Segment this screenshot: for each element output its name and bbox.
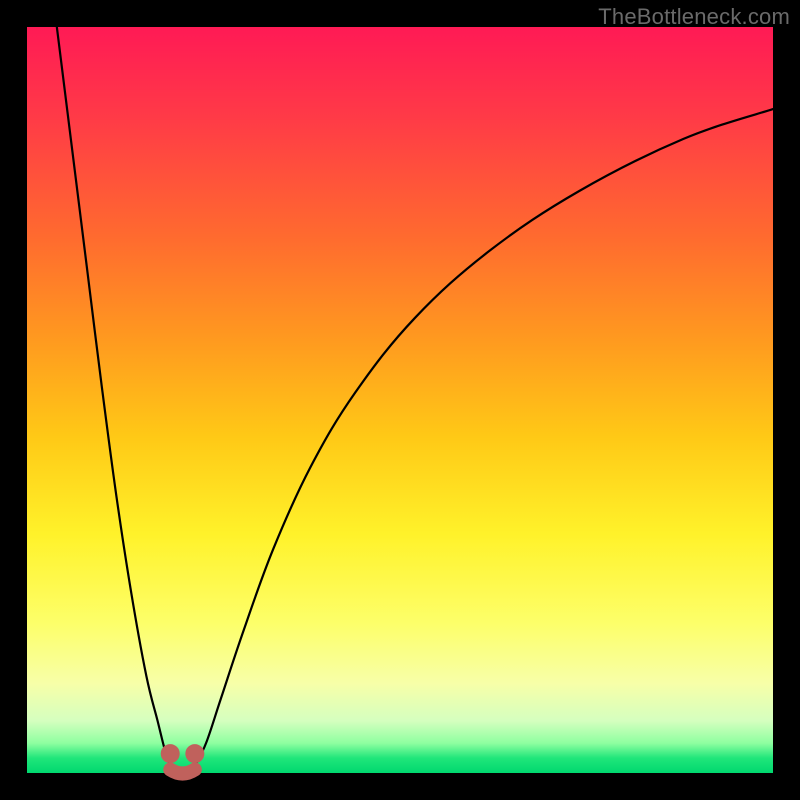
plot-frame [27, 27, 773, 773]
valley-bridge [170, 770, 195, 774]
curve-right-branch [195, 109, 773, 765]
plot-svg [27, 27, 773, 773]
valley-right-dot [186, 745, 204, 763]
curve-left-branch [57, 27, 170, 766]
valley-left-dot [161, 745, 179, 763]
